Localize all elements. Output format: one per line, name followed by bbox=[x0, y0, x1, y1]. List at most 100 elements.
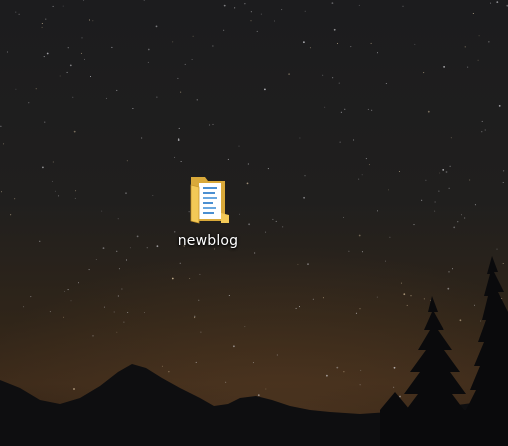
star bbox=[297, 263, 299, 265]
star bbox=[443, 66, 445, 68]
star bbox=[15, 88, 17, 90]
star bbox=[238, 145, 240, 147]
star bbox=[177, 139, 180, 141]
star bbox=[49, 311, 51, 313]
star bbox=[370, 42, 372, 44]
star bbox=[15, 11, 17, 13]
star bbox=[66, 71, 68, 73]
star bbox=[43, 56, 45, 58]
star bbox=[355, 312, 357, 314]
star bbox=[425, 179, 427, 181]
star bbox=[361, 251, 363, 253]
star bbox=[152, 195, 154, 196]
star bbox=[359, 384, 361, 386]
star bbox=[80, 52, 82, 54]
star bbox=[136, 235, 139, 238]
star bbox=[496, 248, 498, 250]
star bbox=[192, 35, 194, 37]
star bbox=[477, 59, 479, 61]
star bbox=[410, 295, 412, 297]
star bbox=[129, 247, 131, 249]
star bbox=[488, 41, 490, 43]
star bbox=[385, 260, 386, 262]
star bbox=[464, 46, 466, 48]
star bbox=[256, 30, 258, 32]
star bbox=[212, 123, 214, 125]
star bbox=[67, 289, 69, 291]
star bbox=[10, 214, 12, 216]
star bbox=[132, 108, 134, 109]
star bbox=[337, 43, 338, 44]
star bbox=[46, 52, 49, 55]
star bbox=[168, 371, 170, 373]
star bbox=[225, 381, 227, 383]
star bbox=[51, 180, 53, 182]
star bbox=[194, 315, 196, 317]
star bbox=[126, 160, 128, 162]
star bbox=[90, 76, 91, 77]
star bbox=[180, 91, 182, 93]
star bbox=[250, 20, 252, 22]
star bbox=[147, 61, 149, 63]
star bbox=[117, 295, 119, 297]
star bbox=[59, 75, 61, 77]
star bbox=[52, 5, 54, 7]
star bbox=[389, 236, 391, 238]
star bbox=[6, 51, 8, 53]
star bbox=[312, 298, 314, 300]
star bbox=[123, 321, 125, 323]
folder-icon bbox=[184, 172, 232, 226]
star bbox=[171, 277, 174, 280]
star bbox=[448, 271, 450, 273]
star bbox=[113, 311, 115, 313]
star bbox=[348, 250, 350, 252]
star bbox=[344, 108, 346, 110]
star bbox=[353, 139, 355, 141]
star bbox=[248, 223, 251, 226]
star bbox=[295, 307, 297, 309]
star bbox=[480, 320, 482, 322]
star bbox=[358, 178, 360, 180]
star bbox=[73, 130, 76, 133]
star bbox=[361, 174, 363, 176]
star bbox=[254, 252, 256, 254]
desktop-folder-newblog[interactable]: newblog bbox=[168, 172, 248, 256]
star bbox=[102, 247, 105, 250]
star bbox=[343, 216, 345, 218]
desktop: newblog bbox=[0, 0, 508, 446]
star bbox=[264, 88, 266, 91]
star bbox=[244, 326, 246, 328]
star bbox=[490, 2, 492, 4]
star bbox=[67, 47, 69, 49]
star bbox=[194, 317, 196, 319]
star bbox=[307, 263, 309, 265]
star bbox=[385, 83, 387, 84]
star bbox=[54, 190, 56, 192]
star bbox=[64, 290, 66, 292]
star bbox=[442, 169, 445, 171]
star bbox=[105, 97, 107, 99]
star bbox=[421, 199, 423, 201]
star bbox=[467, 66, 469, 68]
star bbox=[304, 175, 306, 177]
star bbox=[174, 156, 176, 158]
star bbox=[58, 195, 60, 197]
star bbox=[189, 278, 191, 279]
star bbox=[63, 316, 65, 318]
star bbox=[350, 46, 352, 48]
star bbox=[481, 131, 483, 133]
star bbox=[299, 306, 300, 308]
star bbox=[276, 354, 278, 356]
star bbox=[304, 10, 306, 12]
star bbox=[368, 164, 370, 166]
star bbox=[180, 161, 182, 162]
star bbox=[223, 29, 225, 31]
star bbox=[438, 190, 440, 192]
star bbox=[449, 165, 451, 167]
star bbox=[75, 190, 77, 192]
star bbox=[233, 345, 235, 348]
star bbox=[393, 366, 396, 369]
star bbox=[23, 306, 25, 308]
star bbox=[52, 161, 54, 163]
star bbox=[474, 204, 476, 206]
